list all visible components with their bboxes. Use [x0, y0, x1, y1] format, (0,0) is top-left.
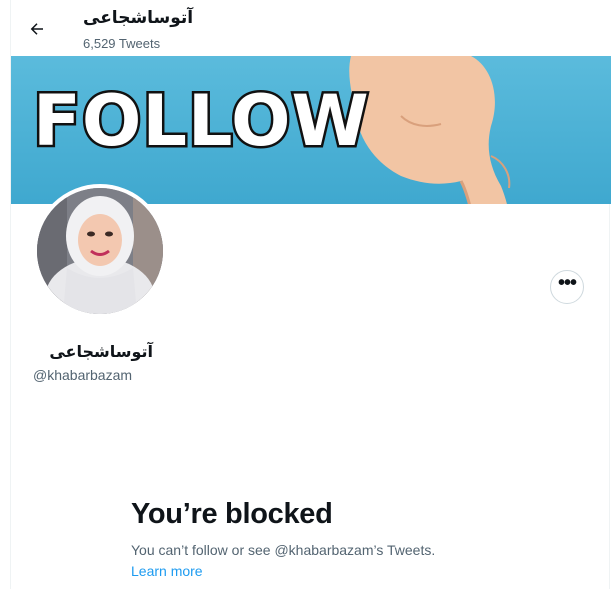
pointing-hand-image [349, 56, 511, 204]
tweet-count: 6,529 Tweets [83, 36, 161, 51]
back-button[interactable] [25, 17, 49, 41]
blocked-message: You can’t follow or see @khabarbazam’s T… [131, 542, 436, 558]
avatar[interactable] [33, 184, 167, 318]
user-handle: @khabarbazam [33, 367, 133, 383]
more-horizontal-icon: ••• [557, 272, 577, 294]
banner-text: FOLLOW [31, 80, 372, 162]
top-bar: آتوساشجاعی 6,529 Tweets [11, 0, 611, 56]
profile-page: آتوساشجاعی 6,529 Tweets FOLLOW ••• آتوسا… [10, 0, 611, 589]
more-options-button[interactable]: ••• [550, 270, 584, 304]
learn-more-link[interactable]: Learn more [131, 563, 203, 579]
display-name: آتوساشجاعی [49, 342, 153, 361]
blocked-title: You’re blocked [131, 498, 333, 530]
avatar-image [37, 188, 163, 314]
header-title: آتوساشجاعی [83, 8, 194, 28]
arrow-left-icon [30, 23, 43, 35]
profile-banner[interactable]: FOLLOW [11, 56, 611, 204]
